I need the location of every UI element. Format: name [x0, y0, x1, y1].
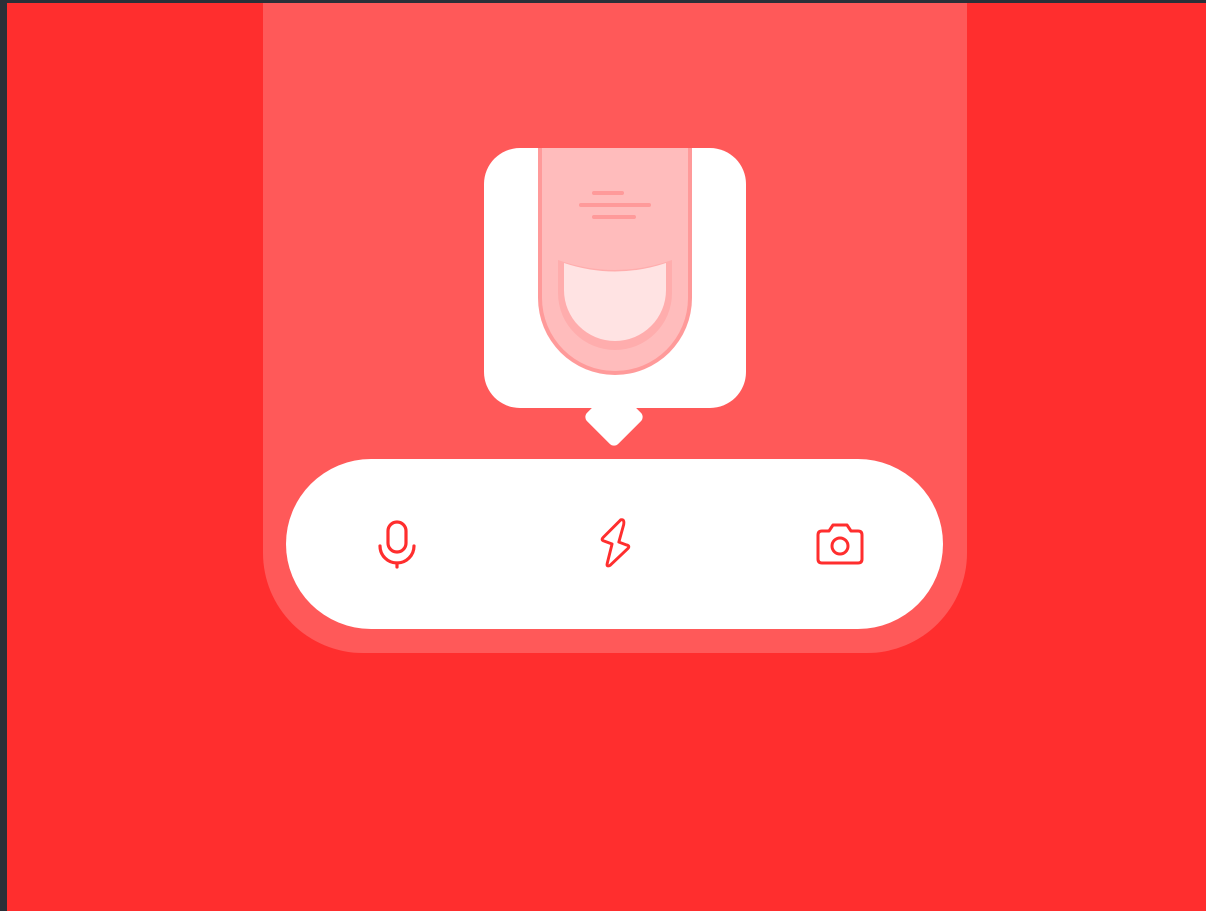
camera-button[interactable]: [810, 514, 870, 574]
lightning-button[interactable]: [584, 514, 644, 574]
microphone-button[interactable]: [367, 514, 427, 574]
grip-line-bottom: [592, 215, 636, 219]
grip-line-middle: [579, 203, 651, 207]
popup-card: [484, 148, 746, 408]
microphone-icon: [378, 520, 416, 569]
pull-down-tab-icon: [538, 148, 692, 375]
camera-icon: [816, 523, 864, 565]
lightning-icon: [600, 518, 631, 568]
app-frame: [7, 3, 1206, 911]
grip-line-top: [592, 191, 624, 195]
action-bar: [286, 459, 943, 629]
